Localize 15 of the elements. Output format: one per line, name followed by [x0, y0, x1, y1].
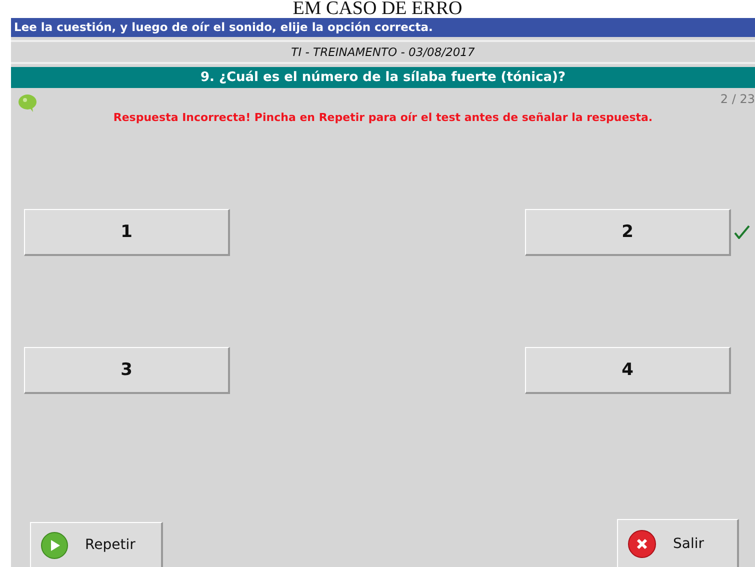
feedback-message: Respuesta Incorrecta! Pincha en Repetir para oír el test antes de señalar la respuesta.: [112, 111, 654, 124]
speech-bubble-icon: [18, 94, 37, 112]
answer-option[interactable]: 3: [24, 347, 230, 394]
answer-option[interactable]: 4: [525, 347, 731, 394]
close-icon: [628, 530, 656, 558]
answer-option[interactable]: 2: [525, 209, 731, 256]
instruction-bar: Lee la cuestión, y luego de oír el sonido, elije la opción correcta.: [11, 18, 755, 37]
play-icon: [41, 532, 68, 558]
answer-option[interactable]: 1: [24, 209, 230, 256]
repeat-button[interactable]: Repetir: [30, 522, 163, 567]
question-title: 9. ¿Cuál es el número de la sílaba fuerte (tónica)?: [11, 67, 755, 88]
session-title: TI - TREINAMENTO - 03/08/2017: [11, 40, 755, 64]
exit-button[interactable]: Salir: [617, 519, 739, 567]
progress-counter: 2 / 23: [720, 92, 755, 106]
caption: EM CASO DE ERRO: [292, 0, 464, 18]
